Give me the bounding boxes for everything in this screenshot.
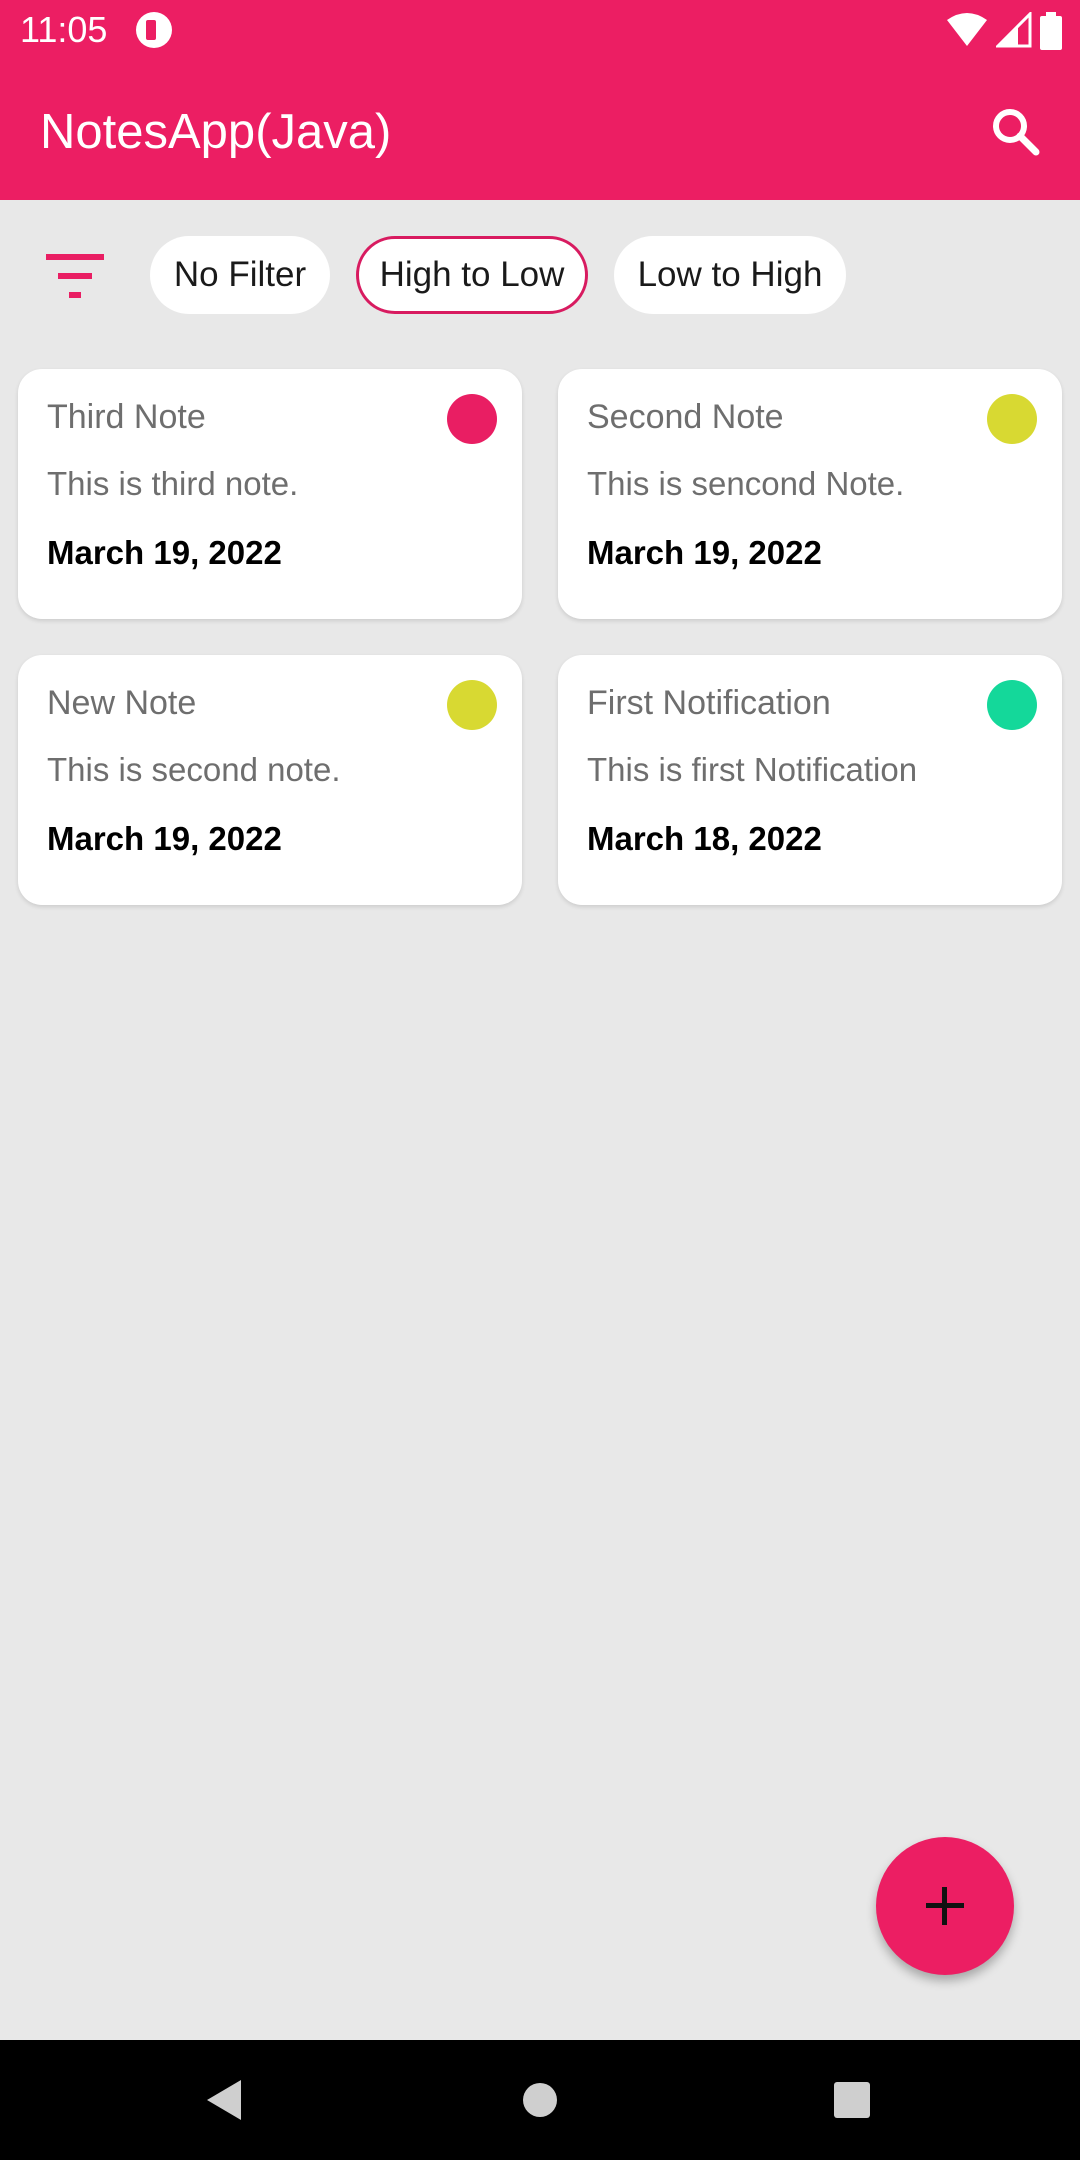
battery-icon [1040, 12, 1062, 50]
recents-button[interactable] [822, 2070, 882, 2130]
search-button[interactable] [986, 102, 1046, 162]
app-bar: NotesApp(Java) [0, 62, 1080, 200]
note-card[interactable]: Third Note This is third note. March 19,… [18, 369, 522, 619]
signal-icon [995, 12, 1032, 48]
home-icon [523, 2083, 557, 2117]
note-title: Third Note [47, 398, 206, 436]
back-icon [207, 2080, 241, 2120]
recents-icon [834, 2082, 870, 2118]
back-button[interactable] [195, 2070, 255, 2130]
note-body: This is sencond Note. [587, 465, 905, 502]
note-date: March 19, 2022 [47, 534, 282, 571]
plus-icon [926, 1887, 964, 1925]
note-body: This is first Notification [587, 751, 918, 788]
chip-low-to-high[interactable]: Low to High [614, 236, 846, 314]
home-button[interactable] [510, 2070, 570, 2130]
note-body: This is second note. [47, 751, 341, 788]
wifi-icon [947, 13, 988, 46]
status-icons [943, 12, 1062, 50]
note-date: March 19, 2022 [587, 534, 822, 571]
priority-dot [447, 680, 497, 730]
note-body: This is third note. [47, 465, 299, 502]
priority-dot [447, 394, 497, 444]
note-date: March 19, 2022 [47, 820, 282, 857]
note-card[interactable]: New Note This is second note. March 19, … [18, 655, 522, 905]
status-time: 11:05 [20, 9, 108, 50]
note-card[interactable]: Second Note This is sencond Note. March … [558, 369, 1062, 619]
note-title: First Notification [587, 684, 831, 722]
note-title: New Note [47, 684, 197, 722]
add-note-button[interactable] [876, 1837, 1014, 1975]
app-title: NotesApp(Java) [40, 105, 392, 159]
app-notification-icon [136, 12, 172, 48]
navigation-bar [0, 2040, 1080, 2160]
chip-no-filter[interactable]: No Filter [150, 236, 330, 314]
note-date: March 18, 2022 [587, 820, 822, 857]
filter-icon [46, 254, 104, 298]
note-title: Second Note [587, 398, 784, 436]
search-icon [993, 109, 1040, 156]
priority-dot [987, 680, 1037, 730]
status-bar: 11:05 [0, 0, 1080, 62]
priority-dot [987, 394, 1037, 444]
note-card[interactable]: First Notification This is first Notific… [558, 655, 1062, 905]
chip-high-to-low[interactable]: High to Low [356, 236, 588, 314]
filter-button[interactable] [40, 246, 110, 306]
notes-screen: 11:05 NotesApp(Java) No Filter High to L… [0, 0, 1080, 2160]
